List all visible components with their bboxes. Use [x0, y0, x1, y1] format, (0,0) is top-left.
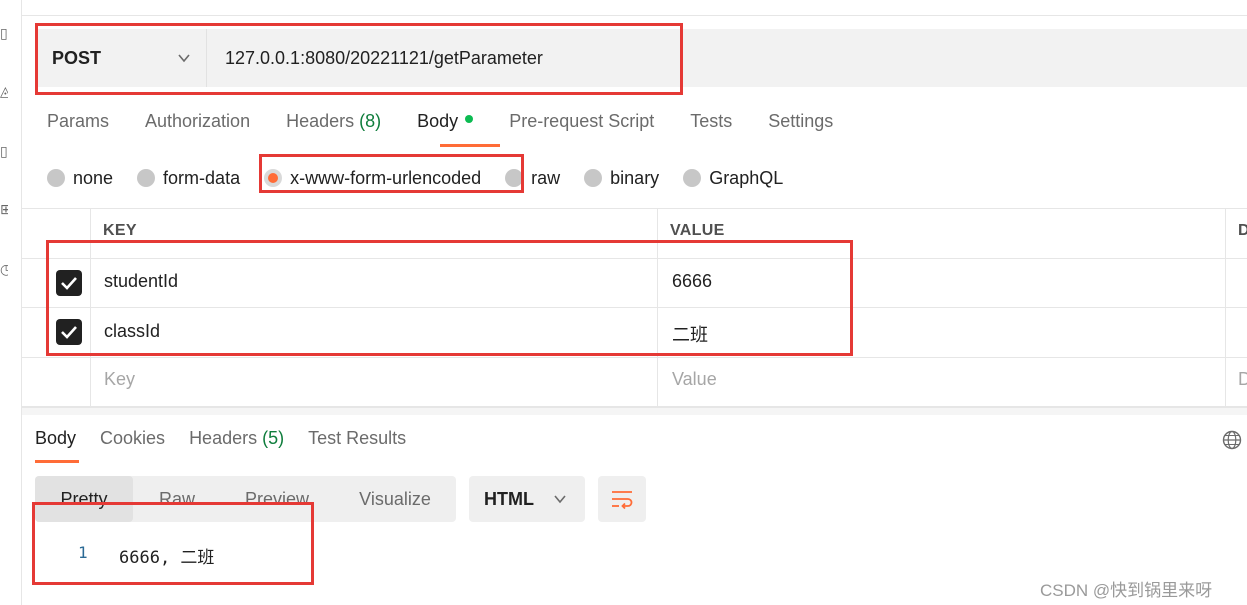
new-value-input[interactable]: Value — [672, 369, 717, 390]
table-border — [1225, 208, 1226, 407]
params-table: KEY VALUE D studentId 6666 classId 二班 Ke… — [22, 208, 1247, 407]
response-body-text[interactable]: 6666, 二班 — [119, 543, 214, 568]
tab-params[interactable]: Params — [47, 111, 109, 141]
table-border — [22, 258, 1247, 259]
radio-circle — [584, 169, 603, 187]
checkmark-icon — [61, 326, 77, 339]
view-raw-button[interactable]: Raw — [141, 476, 213, 522]
value-column-header: VALUE — [670, 222, 725, 239]
environments-icon[interactable]: ▯ — [0, 144, 8, 160]
response-tab-body[interactable]: Body — [35, 428, 76, 449]
response-tab-cookies[interactable]: Cookies — [100, 428, 165, 449]
globe-icon[interactable] — [1222, 430, 1242, 450]
table-border — [22, 208, 1247, 209]
radio-none[interactable]: none — [47, 168, 113, 189]
response-tab-headers[interactable]: Headers (5) — [189, 428, 284, 449]
radio-binary[interactable]: binary — [584, 168, 659, 189]
radio-form-data[interactable]: form-data — [137, 168, 240, 189]
code-line-number: 1 — [78, 543, 88, 562]
param-key[interactable]: studentId — [104, 271, 178, 292]
response-tab-underline — [35, 460, 79, 463]
tab-tests[interactable]: Tests — [690, 111, 732, 141]
headers-count: (8) — [359, 111, 382, 131]
history-icon[interactable]: ◷ — [0, 262, 8, 278]
row-checkbox[interactable] — [56, 270, 82, 296]
response-divider[interactable] — [22, 407, 1247, 415]
body-type-radios: none form-data x-www-form-urlencoded raw… — [47, 166, 807, 190]
param-value[interactable]: 6666 — [672, 271, 712, 292]
view-pretty-button[interactable]: Pretty — [35, 476, 133, 522]
left-sidebar: ▯ ◬ ▯ ⊞ ◷ — [0, 0, 22, 605]
top-strip — [22, 0, 1247, 16]
new-description-input[interactable]: D — [1238, 369, 1247, 390]
collections-icon[interactable]: ▯ — [0, 26, 8, 42]
active-tab-underline — [440, 144, 500, 147]
radio-circle — [137, 169, 156, 187]
tab-body[interactable]: Body — [417, 111, 474, 141]
param-value[interactable]: 二班 — [672, 321, 708, 347]
body-status-dot — [465, 115, 474, 124]
url-input[interactable]: 127.0.0.1:8080/20221121/getParameter — [208, 29, 1247, 87]
description-column-header: D — [1238, 222, 1247, 239]
checkmark-icon — [61, 277, 77, 290]
radio-circle-selected — [264, 169, 283, 187]
table-border — [90, 208, 91, 407]
response-tabs: Body Cookies Headers (5) Test Results — [35, 428, 430, 449]
chevron-down-icon — [554, 495, 566, 504]
tab-settings[interactable]: Settings — [768, 111, 833, 141]
table-border — [22, 307, 1247, 308]
radio-circle — [505, 169, 524, 187]
view-mode-selector: Pretty Raw Preview Visualize — [35, 476, 456, 522]
wrap-lines-button[interactable] — [598, 476, 646, 522]
tab-authorization[interactable]: Authorization — [145, 111, 250, 141]
format-select[interactable]: HTML — [469, 476, 585, 522]
response-tab-test-results[interactable]: Test Results — [308, 428, 406, 449]
method-label: POST — [52, 47, 102, 68]
wrap-lines-icon — [612, 491, 633, 510]
row-checkbox[interactable] — [56, 319, 82, 345]
method-select[interactable]: POST — [37, 29, 207, 87]
watermark: CSDN @快到锅里来呀 — [1040, 581, 1213, 600]
table-border — [657, 208, 658, 407]
mock-servers-icon[interactable]: ⊞ — [0, 202, 8, 218]
radio-x-www-form-urlencoded[interactable]: x-www-form-urlencoded — [264, 168, 481, 189]
apis-icon[interactable]: ◬ — [0, 84, 8, 100]
tab-pre-request-script[interactable]: Pre-request Script — [509, 111, 654, 141]
new-key-input[interactable]: Key — [104, 369, 135, 390]
chevron-down-icon — [178, 54, 190, 63]
view-preview-button[interactable]: Preview — [227, 476, 327, 522]
key-column-header: KEY — [103, 222, 137, 239]
tab-headers[interactable]: Headers (8) — [286, 111, 381, 141]
view-visualize-button[interactable]: Visualize — [341, 476, 449, 522]
table-border — [22, 357, 1247, 358]
radio-graphql[interactable]: GraphQL — [683, 168, 783, 189]
format-label: HTML — [484, 488, 534, 509]
request-tabs: Params Authorization Headers (8) Body Pr… — [47, 111, 869, 141]
radio-circle — [47, 169, 65, 187]
radio-raw[interactable]: raw — [505, 168, 560, 189]
param-key[interactable]: classId — [104, 321, 160, 342]
response-headers-count: (5) — [262, 428, 285, 448]
radio-circle — [683, 169, 702, 187]
